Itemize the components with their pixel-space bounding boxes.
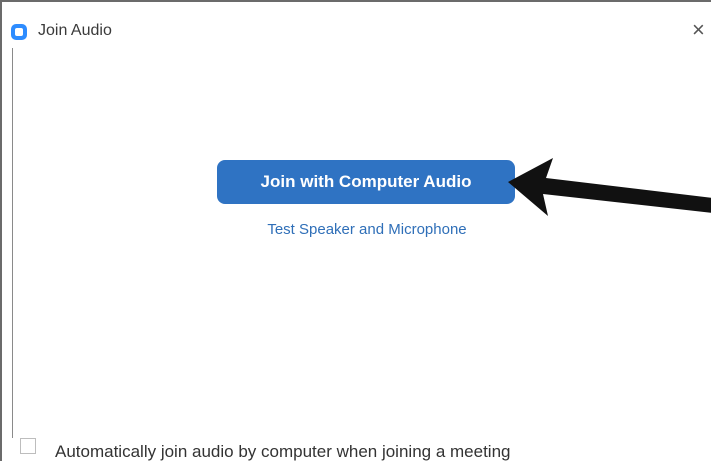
title-bar: Join Audio × [2,2,711,42]
zoom-icon [11,24,27,40]
auto-join-audio-label: Automatically join audio by computer whe… [55,442,511,461]
arrow-head [508,158,711,216]
test-speaker-and-microphone-link[interactable]: Test Speaker and Microphone [217,221,517,238]
join-audio-dialog: Join Audio × Join with Computer Audio Te… [0,0,711,461]
close-icon[interactable]: × [692,16,711,44]
auto-join-audio-checkbox[interactable] [20,438,36,454]
join-with-computer-audio-button[interactable]: Join with Computer Audio [217,160,515,204]
window-left-edge [12,48,13,438]
window-title: Join Audio [38,22,112,39]
arrow-left-icon [508,158,711,216]
